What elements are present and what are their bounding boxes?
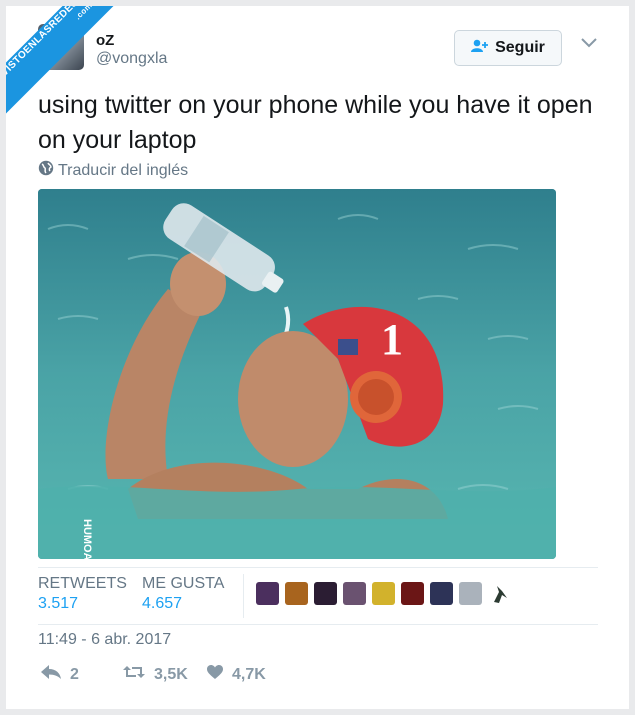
heart-icon (206, 664, 224, 685)
liker-avatar[interactable] (343, 582, 366, 605)
tweet-actions: 2 3,5K 4,7K (38, 664, 598, 694)
chevron-down-icon[interactable] (580, 36, 598, 54)
retweet-button[interactable]: 3,5K (122, 664, 188, 685)
tweet-photo[interactable]: 1 HUMOA (38, 189, 556, 559)
tweet-text: using twitter on your phone while you ha… (38, 91, 593, 154)
like-count: 4,7K (232, 665, 266, 683)
liker-avatar[interactable] (430, 582, 453, 605)
translate-label: Traducir del inglés (58, 161, 189, 179)
engagement-stats: RETWEETS 3.517 ME GUSTA 4.657 (38, 567, 598, 625)
divider (243, 574, 244, 618)
liker-avatar[interactable] (256, 582, 279, 605)
liker-avatar[interactable] (401, 582, 424, 605)
liker-avatar[interactable] (459, 582, 482, 605)
retweet-icon (122, 664, 146, 685)
liker-avatar[interactable] (314, 582, 337, 605)
globe-icon (38, 160, 54, 181)
reply-icon (40, 664, 62, 685)
reply-count: 2 (70, 665, 79, 683)
tweet-card: VISTOENLASREDES .com oZ @vongxla Seguir … (6, 6, 629, 709)
user-handle[interactable]: @vongxla (96, 50, 167, 68)
retweets-stat[interactable]: RETWEETS 3.517 (38, 575, 127, 613)
retweets-label: RETWEETS (38, 575, 127, 592)
likes-label: ME GUSTA (142, 575, 225, 592)
reply-button[interactable]: 2 (40, 664, 79, 685)
retweet-count: 3,5K (154, 665, 188, 683)
tweet-timestamp[interactable]: 11:49 - 6 abr. 2017 (38, 631, 171, 649)
likes-value: 4.657 (142, 595, 183, 612)
follow-label: Seguir (495, 39, 545, 56)
translate-link[interactable]: Traducir del inglés (38, 160, 188, 181)
liker-avatars (256, 582, 511, 605)
liker-avatar[interactable] (372, 582, 395, 605)
like-button[interactable]: 4,7K (206, 664, 266, 685)
svg-text:1: 1 (381, 315, 403, 364)
likes-stat[interactable]: ME GUSTA 4.657 (142, 575, 224, 613)
follow-button[interactable]: Seguir (454, 30, 562, 66)
photo-watermark: HUMOA (81, 519, 93, 559)
liker-avatar[interactable] (488, 582, 511, 605)
retweets-value: 3.517 (38, 595, 79, 612)
add-user-icon (471, 39, 489, 58)
display-name[interactable]: oZ (96, 32, 114, 49)
liker-avatar[interactable] (285, 582, 308, 605)
